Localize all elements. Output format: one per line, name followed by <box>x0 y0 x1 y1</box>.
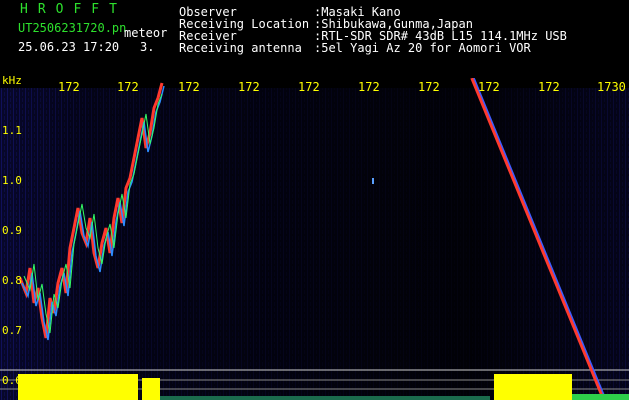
app-title: HROFFT <box>20 2 127 17</box>
x-tick-label: 172 <box>178 80 200 94</box>
signal-level-block <box>142 378 160 400</box>
signal-speck <box>372 178 374 184</box>
field-label-antenna: Receiving antenna <box>179 41 302 55</box>
y-tick-label: 0.8 <box>2 274 22 287</box>
x-tick-label: 172 <box>358 80 380 94</box>
timestamp: 25.06.23 17:20 <box>18 40 120 54</box>
filename: UT2506231720.pn <box>18 21 127 35</box>
signal-level-block <box>160 396 490 400</box>
y-tick-label: 0.6 <box>2 374 22 387</box>
x-tick-label: 172 <box>478 80 500 94</box>
y-tick-label: 1.0 <box>2 174 22 187</box>
mode-label: meteor <box>124 26 168 40</box>
x-tick-label: 172 <box>58 80 80 94</box>
y-tick-label: 0.7 <box>2 324 22 337</box>
y-axis-unit: kHz <box>2 74 22 87</box>
signal-level-block <box>572 394 629 400</box>
x-tick-label: 172 <box>238 80 260 94</box>
field-value-antenna: :5el Yagi Az 20 for Aomori VOR <box>314 41 531 55</box>
x-tick-label: 172 <box>117 80 139 94</box>
x-tick-label: 172 <box>538 80 560 94</box>
x-tick-label: 172 <box>298 80 320 94</box>
count: 3. <box>140 40 155 54</box>
y-tick-label: 1.1 <box>2 124 22 137</box>
spectrogram-plot <box>0 78 629 400</box>
signal-level-block <box>494 374 572 400</box>
x-tick-label: 1730 <box>597 80 626 94</box>
y-tick-label: 0.9 <box>2 224 22 237</box>
signal-level-block <box>18 374 138 400</box>
x-tick-label: 172 <box>418 80 440 94</box>
